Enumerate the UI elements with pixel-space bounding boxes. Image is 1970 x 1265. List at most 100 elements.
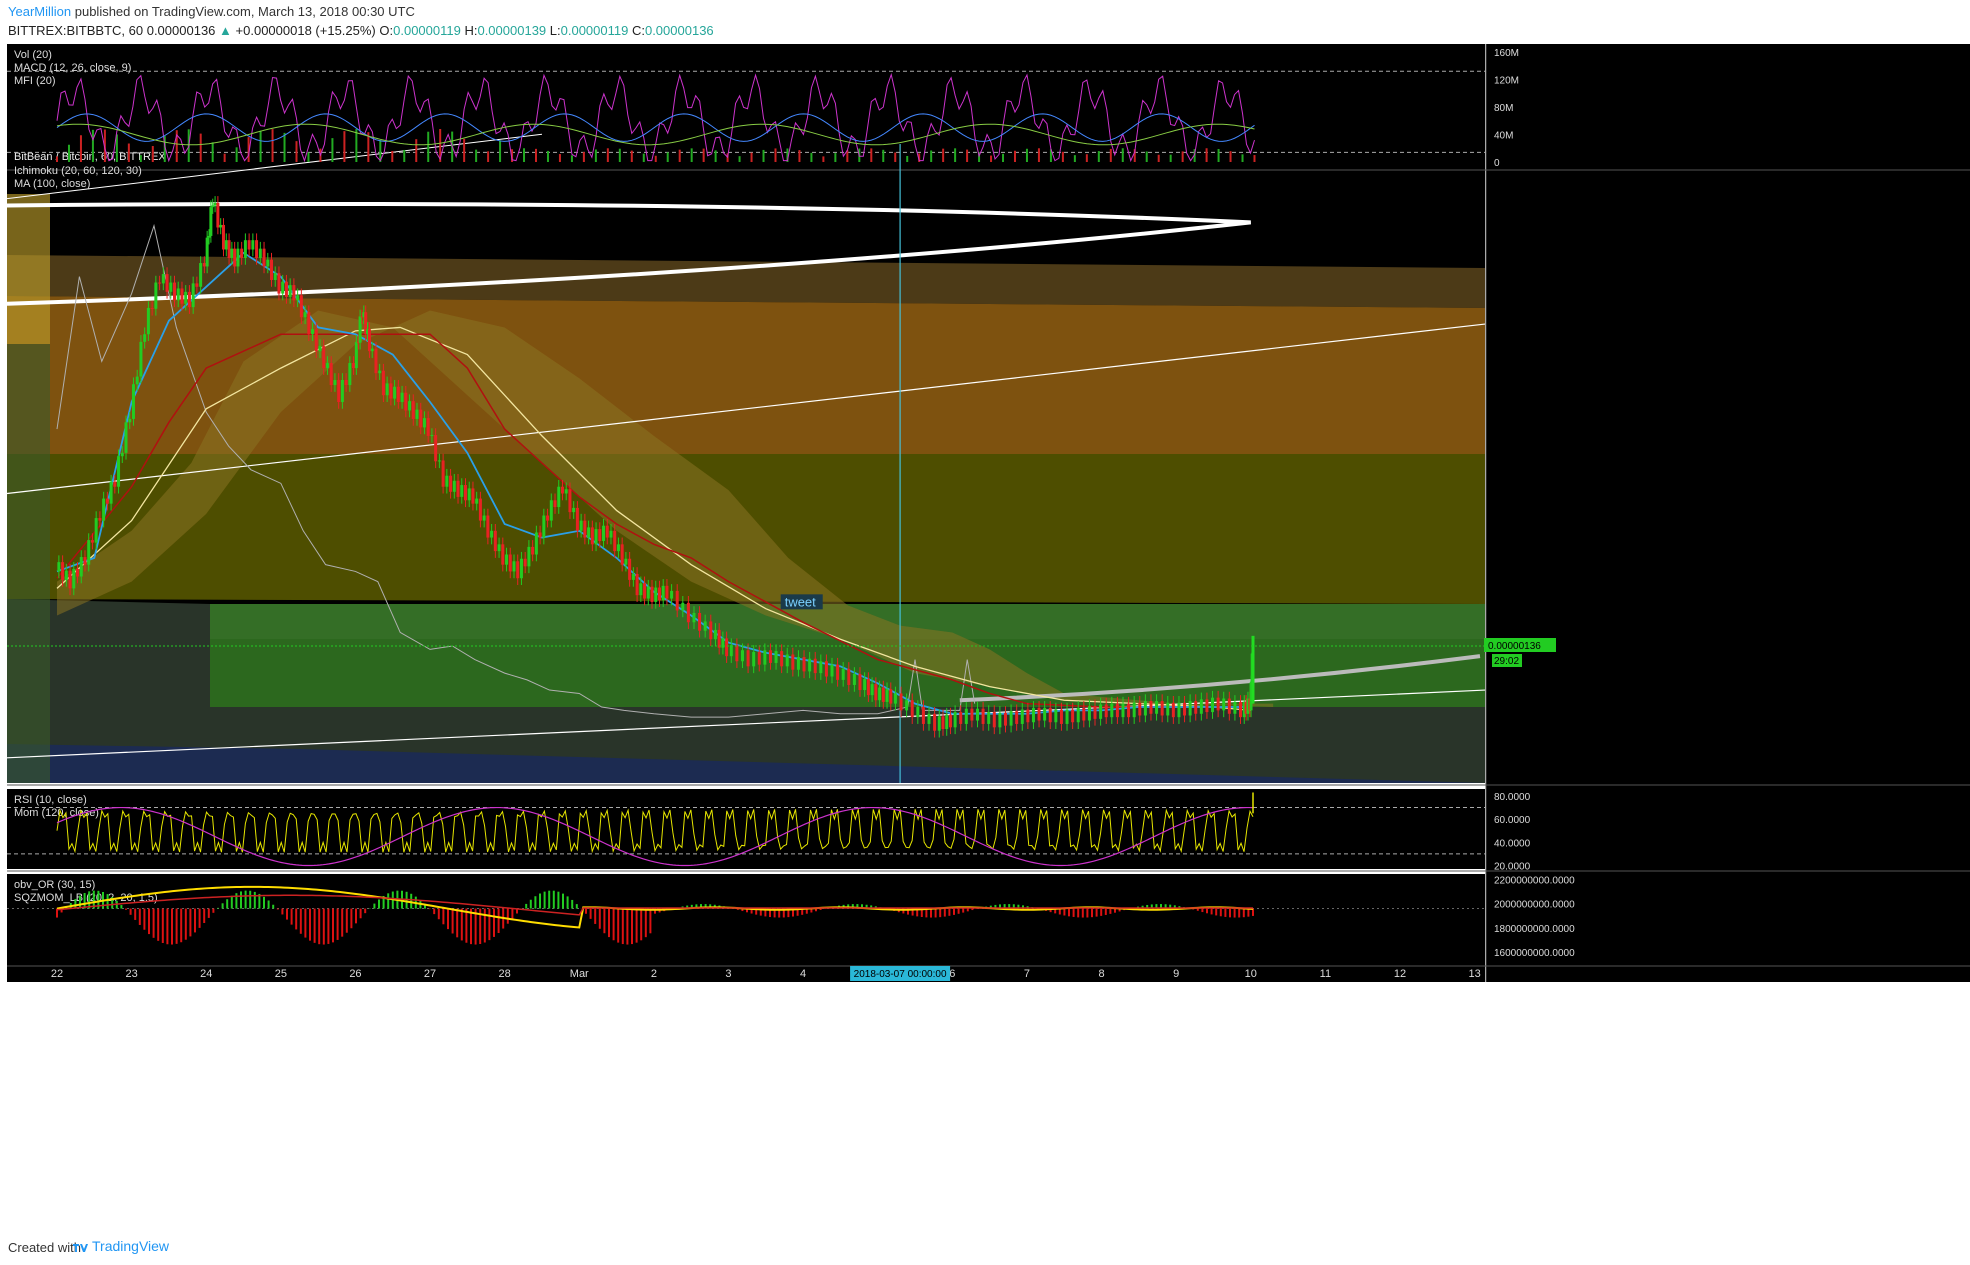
price-change: +0.00000018 (+15.25%)	[235, 23, 376, 38]
candle-body	[639, 583, 643, 596]
ohlc-open-label: O:	[379, 23, 394, 38]
candle-body	[1026, 709, 1030, 723]
candle-body	[796, 657, 800, 670]
footer: Created with TradingView	[0, 1233, 1970, 1265]
chart-canvas[interactable]: 0.000002800.000002700.000002600.00000250…	[0, 44, 1970, 1233]
candle-body	[735, 645, 739, 662]
tradingview-link[interactable]: TradingView	[92, 1238, 169, 1254]
candle-body	[221, 224, 225, 250]
volume-bar	[415, 139, 418, 162]
countdown-text: 29:02	[1494, 656, 1519, 667]
candle-body	[729, 645, 733, 657]
candle-body	[976, 708, 980, 721]
volume-bar	[822, 156, 825, 162]
candle-body	[698, 612, 702, 631]
candle-body	[598, 529, 602, 541]
date-tick-label: 3	[725, 968, 731, 980]
volume-bar	[523, 148, 526, 162]
candle-body	[329, 363, 333, 386]
candle-body	[534, 532, 538, 555]
candle-body	[523, 558, 527, 567]
volume-bar	[1157, 154, 1160, 162]
candle-body	[72, 568, 76, 589]
volume-panel-label: Vol (20)	[14, 49, 52, 61]
volume-bar	[954, 148, 957, 162]
candle-body	[945, 714, 949, 730]
candle-body	[150, 307, 154, 309]
date-tick-label: 13	[1468, 968, 1480, 980]
volume-bar	[487, 151, 490, 162]
volume-bar	[534, 148, 537, 162]
candle-body	[836, 664, 840, 680]
volume-bar	[906, 155, 909, 162]
candle-body	[311, 329, 315, 335]
candle-body	[628, 558, 632, 580]
candle-body	[631, 573, 635, 580]
volume-bar	[355, 129, 358, 162]
candle-body	[1127, 703, 1131, 718]
candle-body	[64, 570, 68, 580]
candle-body	[135, 376, 139, 385]
volume-bar	[1061, 151, 1064, 162]
candle-body	[117, 456, 121, 487]
volume-bar	[499, 140, 502, 162]
candle-body	[613, 530, 617, 552]
date-tick-label: 22	[51, 968, 63, 980]
candle-body	[456, 480, 460, 497]
candle-body	[1171, 702, 1175, 718]
volume-bar	[654, 155, 657, 162]
obv-tick-label: 2000000000.0000	[1494, 900, 1575, 911]
indicator-label: MA (100, close)	[14, 178, 90, 190]
candle-body	[1082, 707, 1086, 721]
date-tick-label: 10	[1245, 968, 1257, 980]
date-tick-label: 24	[200, 968, 212, 980]
volume-bar	[882, 149, 885, 162]
candle-body	[874, 684, 878, 701]
candle-body	[893, 693, 897, 704]
candle-body	[572, 507, 576, 513]
tweet-note: tweet	[785, 594, 816, 609]
volume-bar	[295, 141, 298, 162]
volume-bar	[307, 152, 310, 162]
candle-body	[102, 498, 106, 521]
volume-bar	[1025, 148, 1028, 162]
volume-panel-label: MACD (12, 26, close, 9)	[14, 62, 131, 74]
candle-body	[202, 263, 206, 267]
candle-body	[881, 687, 885, 702]
volume-bar	[1037, 148, 1040, 162]
author-link[interactable]: YearMillion	[8, 4, 71, 19]
candle-body	[277, 273, 281, 294]
volume-bar	[942, 148, 945, 162]
candle-body	[791, 654, 795, 670]
candle-body	[460, 485, 464, 497]
candle-body	[819, 661, 823, 674]
candle-body	[131, 384, 135, 419]
candle-body	[396, 386, 400, 402]
candle-body	[243, 240, 247, 258]
candle-body	[1239, 701, 1243, 718]
candle-body	[635, 573, 639, 596]
candle-body	[307, 312, 311, 335]
date-tick-label: 23	[125, 968, 137, 980]
candle-body	[408, 401, 412, 411]
volume-bar	[343, 131, 346, 162]
candle-body	[236, 248, 240, 267]
candle-body	[124, 422, 128, 453]
candle-body	[325, 363, 329, 369]
candle-body	[90, 540, 94, 543]
volume-bar	[1241, 154, 1244, 162]
candle-body	[94, 518, 98, 543]
candle-body	[878, 687, 882, 701]
candle-body	[419, 409, 423, 428]
volume-bar	[990, 155, 993, 162]
rsi-panel-label: Mom (120, close)	[14, 807, 99, 819]
candle-body	[314, 329, 318, 352]
candle-body	[273, 273, 277, 280]
candle-body	[933, 713, 937, 731]
volume-bar	[427, 131, 430, 162]
volume-bar	[678, 149, 681, 162]
date-tick-label: 26	[349, 968, 361, 980]
candle-body	[785, 654, 789, 667]
candle-body	[354, 341, 358, 369]
candle-body	[199, 263, 203, 287]
